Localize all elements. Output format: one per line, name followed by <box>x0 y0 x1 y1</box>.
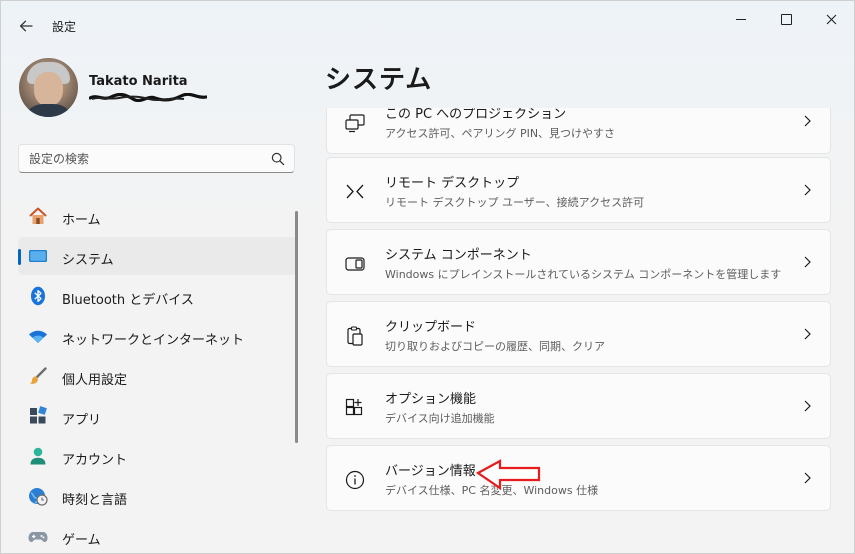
chevron-right-icon <box>804 328 811 340</box>
search-box[interactable] <box>18 144 295 173</box>
sidebar-item-bluetooth[interactable]: Bluetooth とデバイス <box>18 277 297 315</box>
card-subtitle: デバイス向け追加機能 <box>385 412 495 425</box>
title-bar: 設定 <box>1 1 854 49</box>
sidebar-item-label: Bluetooth とデバイス <box>62 293 194 308</box>
annotation-arrow-icon <box>476 459 541 491</box>
brush-icon <box>30 367 47 384</box>
minimize-icon <box>736 18 746 20</box>
sidebar-item-label: ホーム <box>62 213 101 228</box>
bluetooth-icon <box>31 286 45 306</box>
wifi-icon <box>29 330 47 343</box>
card-title: この PC へのプロジェクション <box>385 108 567 122</box>
chevron-right-icon <box>804 184 811 196</box>
redacted-email-scribble <box>89 93 207 102</box>
chevron-right-icon <box>804 400 811 412</box>
globe-clock-icon <box>29 488 48 506</box>
sidebar-item-time-language[interactable]: 時刻と言語 <box>18 477 297 515</box>
search-input[interactable] <box>29 150 259 167</box>
minimize-button[interactable] <box>719 5 763 33</box>
avatar[interactable] <box>19 58 78 117</box>
card-subtitle: Windows にプレインストールされているシステム コンポーネントを管理します <box>385 268 782 281</box>
maximize-icon <box>780 13 792 25</box>
card-title: システム コンポーネント <box>385 248 532 263</box>
card-projection[interactable]: この PC へのプロジェクション アクセス許可、ペアリング PIN、見つけやすさ <box>326 108 831 154</box>
info-icon <box>345 470 365 490</box>
card-title: オプション機能 <box>385 392 477 407</box>
card-title: リモート デスクトップ <box>385 176 520 191</box>
active-indicator <box>18 249 21 265</box>
gamepad-icon <box>28 532 48 542</box>
card-optional-features[interactable]: オプション機能 デバイス向け追加機能 <box>326 373 831 439</box>
system-components-icon <box>345 257 365 271</box>
back-button[interactable] <box>13 13 39 39</box>
card-about[interactable]: バージョン情報 デバイス仕様、PC 名変更、Windows 仕様 <box>326 445 831 511</box>
page-title: システム <box>325 65 433 95</box>
card-title: バージョン情報 <box>385 464 476 479</box>
system-display-icon <box>29 250 47 262</box>
card-remote-desktop[interactable]: リモート デスクトップ リモート デスクトップ ユーザー、接続アクセス許可 <box>326 157 831 223</box>
projection-icon <box>345 114 365 133</box>
sidebar-item-personalization[interactable]: 個人用設定 <box>18 357 297 395</box>
account-icon <box>30 447 46 465</box>
arrow-left-icon <box>19 20 33 32</box>
sidebar-item-label: 時刻と言語 <box>62 493 128 508</box>
apps-icon <box>30 406 47 424</box>
maximize-button[interactable] <box>764 5 808 33</box>
sidebar-item-label: アプリ <box>62 413 102 428</box>
sidebar-item-label: ネットワークとインターネット <box>62 333 245 348</box>
card-subtitle: 切り取りおよびコピーの履歴、同期、クリア <box>385 340 605 353</box>
sidebar-item-apps[interactable]: アプリ <box>18 397 297 435</box>
sidebar-item-network[interactable]: ネットワークとインターネット <box>18 317 297 355</box>
card-system-components[interactable]: システム コンポーネント Windows にプレインストールされているシステム … <box>326 229 831 295</box>
close-button[interactable] <box>809 5 853 33</box>
sidebar-item-label: ゲーム <box>62 533 101 548</box>
card-subtitle: アクセス許可、ペアリング PIN、見つけやすさ <box>385 127 616 140</box>
chevron-right-icon <box>804 472 811 484</box>
sidebar-item-home[interactable]: ホーム <box>18 197 297 235</box>
clipboard-icon <box>347 326 363 346</box>
sidebar-item-accounts[interactable]: アカウント <box>18 437 297 475</box>
card-clipboard[interactable]: クリップボード 切り取りおよびコピーの履歴、同期、クリア <box>326 301 831 367</box>
card-subtitle: リモート デスクトップ ユーザー、接続アクセス許可 <box>385 196 645 209</box>
app-title: 設定 <box>52 20 77 34</box>
sidebar-item-label: アカウント <box>62 453 128 468</box>
sidebar-nav: ホーム システム Bluetooth とデバイス ネットワークとインターネット <box>18 197 297 553</box>
chevron-right-icon <box>804 256 811 268</box>
sidebar-item-system[interactable]: システム <box>18 237 297 275</box>
sidebar-item-label: 個人用設定 <box>62 373 128 388</box>
card-title: クリップボード <box>385 320 477 335</box>
close-icon <box>826 14 836 24</box>
user-name: Takato Narita <box>89 74 188 89</box>
sidebar-item-gaming[interactable]: ゲーム <box>18 517 297 553</box>
settings-window: 設定 Takato Narita 設定の検索 ホーム システム Bluetoot… <box>0 0 855 554</box>
chevron-right-icon <box>804 115 811 127</box>
settings-list: この PC へのプロジェクション アクセス許可、ペアリング PIN、見つけやすさ… <box>326 108 831 553</box>
remote-desktop-icon <box>346 184 364 199</box>
optional-features-icon <box>345 398 363 416</box>
sidebar-item-label: システム <box>62 253 114 268</box>
sidebar-scrollbar[interactable] <box>295 211 298 443</box>
home-icon <box>29 207 47 224</box>
search-icon[interactable] <box>271 152 285 166</box>
